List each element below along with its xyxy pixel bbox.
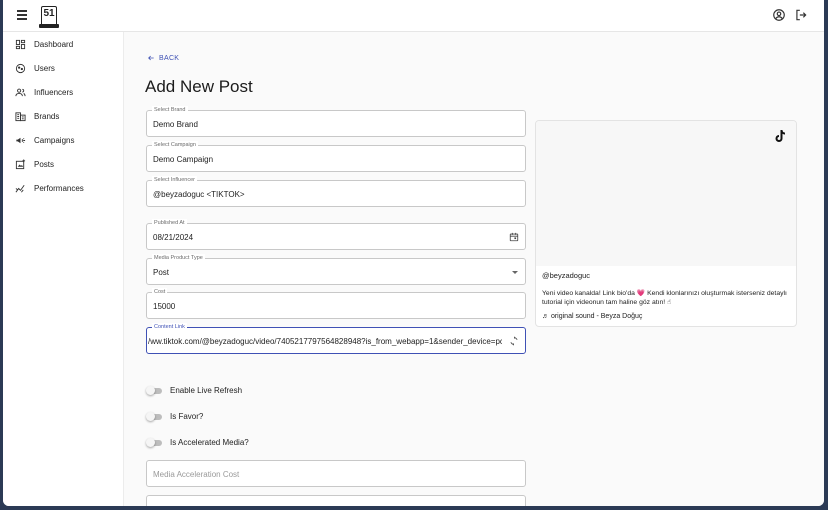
content-link-field[interactable]: Content Link /ww.tiktok.com/@beyzadoguc/… (146, 323, 526, 354)
back-link[interactable]: BACK (147, 54, 179, 62)
preview-username[interactable]: @beyzadoguc (542, 271, 590, 280)
main-content: BACK Add New Post Select Brand Demo Bran… (125, 32, 824, 506)
logout-icon[interactable] (794, 8, 808, 22)
sidebar-item-label: Posts (34, 159, 55, 169)
tiktok-embed-preview: @beyzadoguc Yeni video kanalda! Link bio… (535, 120, 797, 327)
performances-icon (15, 184, 25, 192)
sidebar-item-label: Dashboard (34, 39, 74, 49)
users-icon (15, 63, 26, 73)
sidebar-item-dashboard[interactable]: Dashboard (3, 32, 123, 56)
sidebar-item-label: Brands (34, 111, 60, 121)
accelerated-media-toggle[interactable]: Is Accelerated Media? (146, 438, 249, 447)
campaign-select-label: Select Campaign (152, 141, 198, 149)
published-at-label: Published At (152, 219, 187, 227)
menu-icon[interactable] (17, 10, 29, 20)
cost-value: 15000 (153, 302, 176, 311)
published-at-field[interactable]: Published At 08/21/2024 (146, 219, 526, 250)
back-label: BACK (159, 54, 180, 62)
arrow-left-icon (148, 55, 154, 61)
influencer-select[interactable]: Select Influencer @beyzadoguc <TIKTOK> (146, 176, 526, 207)
tiktok-icon[interactable] (774, 129, 786, 143)
brand-select[interactable]: Select Brand Demo Brand (146, 106, 526, 137)
sidebar-item-performances[interactable]: Performances (3, 176, 123, 200)
brands-icon (15, 111, 26, 121)
sidebar-item-label: Users (34, 63, 55, 73)
posts-icon (15, 158, 26, 169)
sidebar-item-brands[interactable]: Brands (3, 104, 123, 128)
sidebar: Dashboard Users Influencers Brands Campa… (3, 32, 124, 506)
account-circle-icon[interactable] (772, 8, 786, 22)
influencers-icon (15, 88, 26, 96)
media-product-type-select[interactable]: Media Product Type Post (146, 254, 526, 285)
content-link-value: /ww.tiktok.com/@beyzadoguc/video/7405217… (148, 337, 502, 346)
dropdown-arrow-icon[interactable] (512, 271, 518, 274)
accelerated-media-label: Is Accelerated Media? (170, 438, 249, 447)
is-favor-toggle[interactable]: Is Favor? (146, 412, 203, 421)
sidebar-item-influencers[interactable]: Influencers (3, 80, 123, 104)
switch[interactable] (146, 386, 163, 395)
calendar-icon[interactable] (509, 232, 519, 242)
preview-sound[interactable]: ♬ original sound - Beyza Doğuç (542, 313, 642, 320)
next-field[interactable] (146, 495, 526, 506)
published-at-value: 08/21/2024 (153, 233, 194, 242)
brand-select-label: Select Brand (152, 106, 188, 114)
app-bar: 51 (3, 0, 824, 32)
live-refresh-toggle[interactable]: Enable Live Refresh (146, 386, 242, 395)
dashboard-icon (15, 39, 26, 49)
campaign-select-value: Demo Campaign (153, 155, 214, 164)
influencer-select-label: Select Influencer (152, 176, 197, 184)
preview-caption: Yeni video kanalda! Link bio'da 💗 Kendi … (542, 290, 787, 306)
sidebar-item-posts[interactable]: Posts (3, 152, 123, 176)
page-title: Add New Post (145, 77, 253, 96)
brand-select-value: Demo Brand (153, 120, 198, 129)
campaign-select[interactable]: Select Campaign Demo Campaign (146, 141, 526, 172)
cost-label: Cost (152, 288, 168, 296)
cost-field[interactable]: Cost 15000 (146, 288, 526, 319)
switch[interactable] (146, 412, 163, 421)
refresh-icon[interactable] (509, 336, 519, 346)
campaigns-icon (16, 137, 26, 143)
switch[interactable] (146, 438, 163, 447)
media-product-type-value: Post (153, 268, 170, 277)
sidebar-item-label: Influencers (34, 87, 74, 97)
sidebar-item-label: Performances (34, 183, 84, 193)
is-favor-label: Is Favor? (170, 412, 204, 421)
app-logo: 51 (39, 6, 59, 28)
influencer-select-value: @beyzadoguc <TIKTOK> (153, 190, 245, 199)
media-acceleration-cost-field[interactable]: Media Acceleration Cost (146, 460, 526, 487)
video-area[interactable] (536, 121, 796, 266)
media-product-type-label: Media Product Type (152, 254, 205, 262)
sidebar-item-users[interactable]: Users (3, 56, 123, 80)
sidebar-item-label: Campaigns (34, 135, 75, 145)
content-link-label: Content Link (152, 323, 187, 331)
live-refresh-label: Enable Live Refresh (170, 386, 243, 395)
sidebar-item-campaigns[interactable]: Campaigns (3, 128, 123, 152)
app-window: 51 Dashboard Users Influencers Brands Ca… (3, 0, 824, 506)
media-acceleration-cost-placeholder: Media Acceleration Cost (153, 470, 240, 479)
